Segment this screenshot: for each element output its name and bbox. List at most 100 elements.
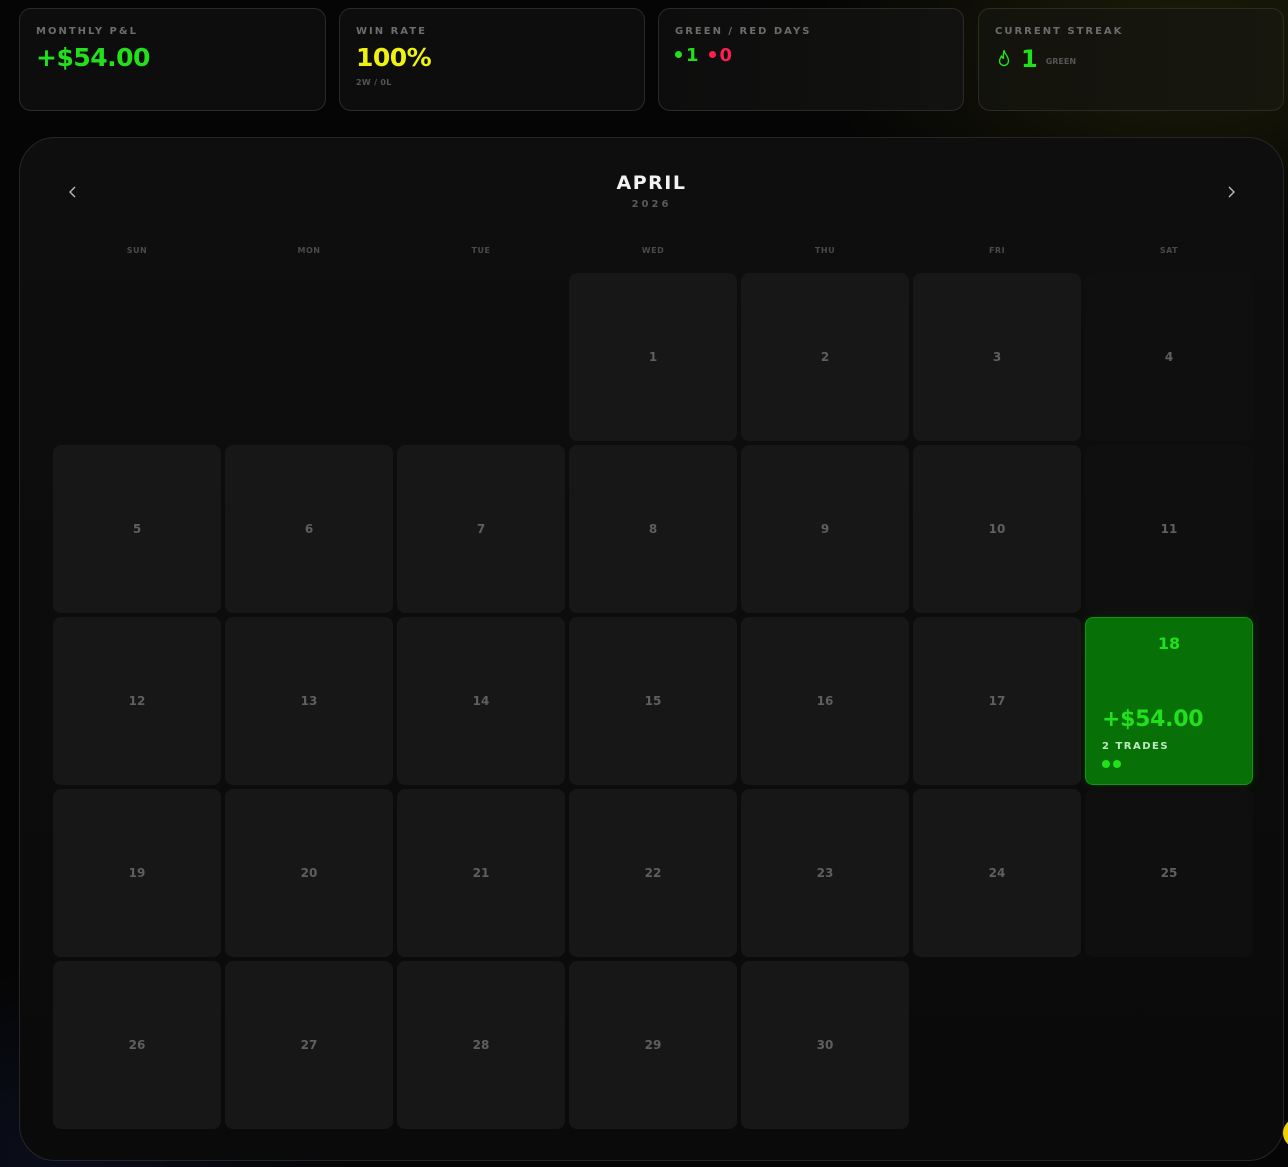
current-streak-row: 1 GREEN [995, 45, 1267, 73]
day-cell-20[interactable]: 20 [225, 789, 393, 957]
day-number: 30 [816, 1038, 834, 1052]
day-number: 22 [644, 866, 662, 880]
trade-dot-icon [1113, 760, 1121, 768]
weekday-wed: WED [641, 246, 665, 255]
year-title: 2026 [631, 199, 672, 210]
day-cell-4[interactable]: 4 [1085, 273, 1253, 441]
win-rate-card: WIN RATE 100% 2W / 0L [339, 8, 645, 111]
day-number: 29 [644, 1038, 662, 1052]
day-cell-29[interactable]: 29 [569, 961, 737, 1129]
day-number: 11 [1160, 522, 1178, 536]
day-number: 8 [648, 522, 658, 536]
day-cell-10[interactable]: 10 [913, 445, 1081, 613]
day-cell-27[interactable]: 27 [225, 961, 393, 1129]
day-cell-23[interactable]: 23 [741, 789, 909, 957]
day-cell-13[interactable]: 13 [225, 617, 393, 785]
day-cell-6[interactable]: 6 [225, 445, 393, 613]
green-days: 1 [675, 45, 699, 66]
green-red-days-card: GREEN / RED DAYS 1 0 [658, 8, 964, 111]
day-cell-28[interactable]: 28 [397, 961, 565, 1129]
empty-day-cell [53, 273, 221, 441]
day-number: 7 [476, 522, 486, 536]
day-cell-17[interactable]: 17 [913, 617, 1081, 785]
weekday-sun: SUN [126, 246, 148, 255]
day-pnl: +$54.00 [1102, 707, 1204, 732]
month-title: APRIL [616, 172, 687, 194]
current-streak-value: 1 [1021, 45, 1038, 73]
empty-day-cell [225, 273, 393, 441]
next-month-button[interactable] [1217, 178, 1245, 206]
green-red-days-values: 1 0 [675, 45, 947, 66]
trade-dots [1102, 760, 1121, 768]
day-number: 9 [820, 522, 830, 536]
day-cell-1[interactable]: 1 [569, 273, 737, 441]
day-number: 17 [988, 694, 1006, 708]
calendar-grid: 1 2 3 4 5 6 7 8 9 10 11 12 13 14 15 16 17 18 +$54.00 2 TRAD… [53, 273, 1253, 1129]
flame-icon [998, 49, 1010, 67]
win-loss-count: 2W / 0L [356, 78, 392, 87]
day-number: 15 [644, 694, 662, 708]
day-number: 14 [472, 694, 490, 708]
day-cell-26[interactable]: 26 [53, 961, 221, 1129]
red-dot-icon [708, 50, 716, 58]
day-cell-12[interactable]: 12 [53, 617, 221, 785]
current-streak-tag: GREEN [1045, 56, 1077, 66]
day-cell-19[interactable]: 19 [53, 789, 221, 957]
day-cell-21[interactable]: 21 [397, 789, 565, 957]
weekday-mon: MON [297, 246, 321, 255]
day-number: 23 [816, 866, 834, 880]
day-number: 21 [472, 866, 490, 880]
trade-dot-icon [1102, 760, 1110, 768]
win-rate-value: 100% [356, 43, 432, 72]
day-number: 16 [816, 694, 834, 708]
day-number: 20 [300, 866, 318, 880]
day-number: 25 [1160, 866, 1178, 880]
day-cell-24[interactable]: 24 [913, 789, 1081, 957]
red-days-count: 0 [719, 45, 733, 66]
monthly-pnl-card: MONTHLY P&L +$54.00 [19, 8, 326, 111]
day-number: 26 [128, 1038, 146, 1052]
weekday-tue: TUE [471, 246, 491, 255]
day-number: 19 [128, 866, 146, 880]
current-streak-card: CURRENT STREAK 1 GREEN [978, 8, 1284, 111]
day-cell-16[interactable]: 16 [741, 617, 909, 785]
day-number: 12 [128, 694, 146, 708]
day-cell-7[interactable]: 7 [397, 445, 565, 613]
day-number: 13 [300, 694, 318, 708]
empty-day-cell [397, 273, 565, 441]
day-cell-22[interactable]: 22 [569, 789, 737, 957]
weekday-thu: THU [814, 246, 836, 255]
day-cell-5[interactable]: 5 [53, 445, 221, 613]
day-cell-18[interactable]: 18 +$54.00 2 TRADES [1085, 617, 1253, 785]
day-number: 3 [992, 350, 1002, 364]
day-number: 5 [132, 522, 142, 536]
monthly-pnl-label: MONTHLY P&L [36, 26, 138, 37]
weekday-sat: SAT [1159, 246, 1179, 255]
win-rate-label: WIN RATE [356, 26, 427, 37]
monthly-pnl-value: +$54.00 [36, 43, 150, 72]
day-number: 1 [648, 350, 658, 364]
day-cell-9[interactable]: 9 [741, 445, 909, 613]
trading-dashboard: MONTHLY P&L +$54.00 WIN RATE 100% 2W / 0… [0, 0, 1288, 1167]
day-trade-count: 2 TRADES [1102, 741, 1170, 752]
day-number: 27 [300, 1038, 318, 1052]
day-cell-2[interactable]: 2 [741, 273, 909, 441]
day-number: 18 [1157, 634, 1181, 653]
red-days: 0 [708, 45, 733, 66]
day-cell-3[interactable]: 3 [913, 273, 1081, 441]
day-cell-14[interactable]: 14 [397, 617, 565, 785]
chevron-right-icon [1228, 186, 1235, 198]
green-dot-icon [675, 50, 682, 58]
day-cell-8[interactable]: 8 [569, 445, 737, 613]
weekday-fri: FRI [988, 246, 1006, 255]
calendar-panel: APRIL 2026 SUN MON TUE WED THU FRI SAT 1234567… [19, 137, 1284, 1161]
current-streak-label: CURRENT STREAK [995, 26, 1124, 37]
day-number: 28 [472, 1038, 490, 1052]
weekday-header: SUN MON TUE WED THU FRI SAT [53, 246, 1253, 255]
green-days-count: 1 [686, 45, 699, 66]
day-number: 10 [988, 522, 1006, 536]
day-cell-30[interactable]: 30 [741, 961, 909, 1129]
day-cell-11[interactable]: 11 [1085, 445, 1253, 613]
day-cell-15[interactable]: 15 [569, 617, 737, 785]
day-cell-25[interactable]: 25 [1085, 789, 1253, 957]
